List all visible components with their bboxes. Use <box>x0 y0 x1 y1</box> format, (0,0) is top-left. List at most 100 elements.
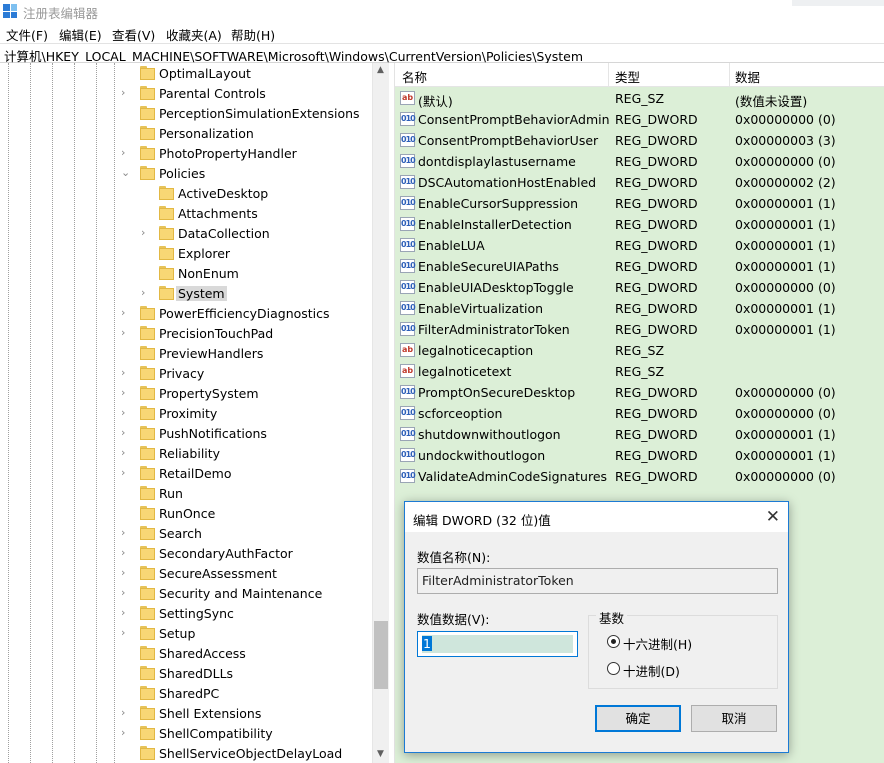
tree-item[interactable]: › PhotoPropertyHandler <box>0 144 372 164</box>
chevron-right-icon[interactable]: › <box>121 527 131 539</box>
column-name[interactable]: 名称 <box>402 67 427 86</box>
value-row[interactable]: 010 undockwithoutlogon REG_DWORD 0x00000001… <box>395 445 884 466</box>
tree-item[interactable]: › PushNotifications <box>0 424 372 444</box>
tree-item[interactable]: SharedPC <box>0 684 372 704</box>
tree-item-label[interactable]: RunOnce <box>157 506 217 521</box>
tree-item-label[interactable]: SharedPC <box>157 686 221 701</box>
tree-item[interactable]: › SecondaryAuthFactor <box>0 544 372 564</box>
value-row[interactable]: 010 FilterAdministratorToken REG_DWORD 0x00… <box>395 319 884 340</box>
ok-button[interactable]: 确定 <box>595 705 681 732</box>
chevron-right-icon[interactable]: › <box>121 87 131 99</box>
column-divider[interactable] <box>608 63 609 87</box>
tree-item-label[interactable]: PreviewHandlers <box>157 346 265 361</box>
value-row[interactable]: 010 ValidateAdminCodeSignatures REG_DWORD 0… <box>395 466 884 487</box>
tree-item[interactable]: PreviewHandlers <box>0 344 372 364</box>
tree-item-label[interactable]: System <box>176 286 227 301</box>
radio-dec[interactable] <box>607 662 620 675</box>
tree-item[interactable]: SharedDLLs <box>0 664 372 684</box>
chevron-right-icon[interactable]: › <box>121 327 131 339</box>
menu-view[interactable]: 查看(V) <box>112 25 155 44</box>
tree-item[interactable]: ShellServiceObjectDelayLoad <box>0 744 372 763</box>
value-row[interactable]: 010 EnableUIADesktopToggle REG_DWORD 0x0000… <box>395 277 884 298</box>
tree-item-label[interactable]: PrecisionTouchPad <box>157 326 275 341</box>
tree-item-label[interactable]: PerceptionSimulationExtensions <box>157 106 362 121</box>
chevron-right-icon[interactable]: › <box>121 587 131 599</box>
value-data-text[interactable]: 1 <box>422 636 432 651</box>
tree-item[interactable]: › RetailDemo <box>0 464 372 484</box>
chevron-right-icon[interactable]: › <box>121 627 131 639</box>
radio-hex-label[interactable]: 十六进制(H) <box>623 634 692 653</box>
chevron-right-icon[interactable]: › <box>141 227 151 239</box>
menu-help[interactable]: 帮助(H) <box>231 25 275 44</box>
tree-item[interactable]: Personalization <box>0 124 372 144</box>
close-icon[interactable]: ✕ <box>766 507 780 527</box>
tree-item[interactable]: RunOnce <box>0 504 372 524</box>
tree-item[interactable]: › PropertySystem <box>0 384 372 404</box>
tree-item-label[interactable]: Privacy <box>157 366 206 381</box>
tree-item-label[interactable]: Proximity <box>157 406 219 421</box>
tree-item-label[interactable]: Shell Extensions <box>157 706 263 721</box>
chevron-right-icon[interactable]: › <box>121 407 131 419</box>
menu-edit[interactable]: 编辑(E) <box>59 25 102 44</box>
tree-item[interactable]: PerceptionSimulationExtensions <box>0 104 372 124</box>
scroll-down-icon[interactable]: ▼ <box>377 749 384 759</box>
scrollbar-thumb[interactable] <box>374 621 388 689</box>
tree-item[interactable]: NonEnum <box>0 264 372 284</box>
chevron-right-icon[interactable]: › <box>121 307 131 319</box>
chevron-right-icon[interactable]: › <box>121 467 131 479</box>
tree-item[interactable]: › Privacy <box>0 364 372 384</box>
tree-item[interactable]: SharedAccess <box>0 644 372 664</box>
tree-item-label[interactable]: SharedDLLs <box>157 666 235 681</box>
chevron-right-icon[interactable]: › <box>121 367 131 379</box>
tree-item[interactable]: › Shell Extensions <box>0 704 372 724</box>
value-row[interactable]: 010 EnableCursorSuppression REG_DWORD 0x000… <box>395 193 884 214</box>
value-row[interactable]: ab legalnoticetext REG_SZ <box>395 361 884 382</box>
tree-item-label[interactable]: Search <box>157 526 204 541</box>
value-row[interactable]: 010 dontdisplaylastusername REG_DWORD 0x000… <box>395 151 884 172</box>
menu-favorites[interactable]: 收藏夹(A) <box>166 25 222 44</box>
value-row[interactable]: 010 shutdownwithoutlogon REG_DWORD 0x000000… <box>395 424 884 445</box>
tree-item[interactable]: › DataCollection <box>0 224 372 244</box>
radio-dec-label[interactable]: 十进制(D) <box>623 661 680 680</box>
tree-item[interactable]: › Setup <box>0 624 372 644</box>
chevron-right-icon[interactable]: › <box>121 427 131 439</box>
tree-item-label[interactable]: SecondaryAuthFactor <box>157 546 295 561</box>
tree-item-label[interactable]: PhotoPropertyHandler <box>157 146 299 161</box>
tree-item-label[interactable]: Personalization <box>157 126 256 141</box>
tree-item[interactable]: ActiveDesktop <box>0 184 372 204</box>
column-data[interactable]: 数据 <box>735 67 760 86</box>
tree-item[interactable]: › Parental Controls <box>0 84 372 104</box>
tree-item[interactable]: › Reliability <box>0 444 372 464</box>
tree-item-label[interactable]: ShellCompatibility <box>157 726 275 741</box>
tree-item[interactable]: Explorer <box>0 244 372 264</box>
chevron-right-icon[interactable]: › <box>141 287 151 299</box>
tree-item-label[interactable]: PropertySystem <box>157 386 261 401</box>
chevron-right-icon[interactable]: › <box>121 607 131 619</box>
column-divider[interactable] <box>729 63 730 87</box>
tree-item-label[interactable]: ShellServiceObjectDelayLoad <box>157 746 344 761</box>
menu-file[interactable]: 文件(F) <box>6 25 48 44</box>
tree-item-label[interactable]: PushNotifications <box>157 426 269 441</box>
tree-item-label[interactable]: DataCollection <box>176 226 272 241</box>
chevron-right-icon[interactable]: › <box>121 727 131 739</box>
tree-item-label[interactable]: RetailDemo <box>157 466 233 481</box>
tree-item-label[interactable]: Attachments <box>176 206 260 221</box>
tree-item-label[interactable]: OptimalLayout <box>157 66 253 81</box>
tree-scrollbar[interactable]: ▲ ▼ <box>372 63 389 763</box>
value-row[interactable]: 010 EnableSecureUIAPaths REG_DWORD 0x000000… <box>395 256 884 277</box>
tree-item[interactable]: › SecureAssessment <box>0 564 372 584</box>
tree-item-label[interactable]: Setup <box>157 626 197 641</box>
column-type[interactable]: 类型 <box>615 67 640 86</box>
value-row[interactable]: 010 scforceoption REG_DWORD 0x00000000 (0) <box>395 403 884 424</box>
tree-item-label[interactable]: SettingSync <box>157 606 236 621</box>
value-row[interactable]: 010 EnableInstallerDetection REG_DWORD 0x00… <box>395 214 884 235</box>
scroll-up-icon[interactable]: ▲ <box>377 65 384 75</box>
tree-item[interactable]: Attachments <box>0 204 372 224</box>
tree-item[interactable]: › Search <box>0 524 372 544</box>
tree-item[interactable]: ⌄ Policies <box>0 164 372 184</box>
value-row[interactable]: 010 EnableLUA REG_DWORD 0x00000001 (1) <box>395 235 884 256</box>
value-row[interactable]: 010 ConsentPromptBehaviorAdmin REG_DWORD 0x… <box>395 109 884 130</box>
chevron-down-icon[interactable]: ⌄ <box>121 167 131 179</box>
value-data-input[interactable]: 1 <box>417 631 578 657</box>
tree-item-label[interactable]: Reliability <box>157 446 222 461</box>
